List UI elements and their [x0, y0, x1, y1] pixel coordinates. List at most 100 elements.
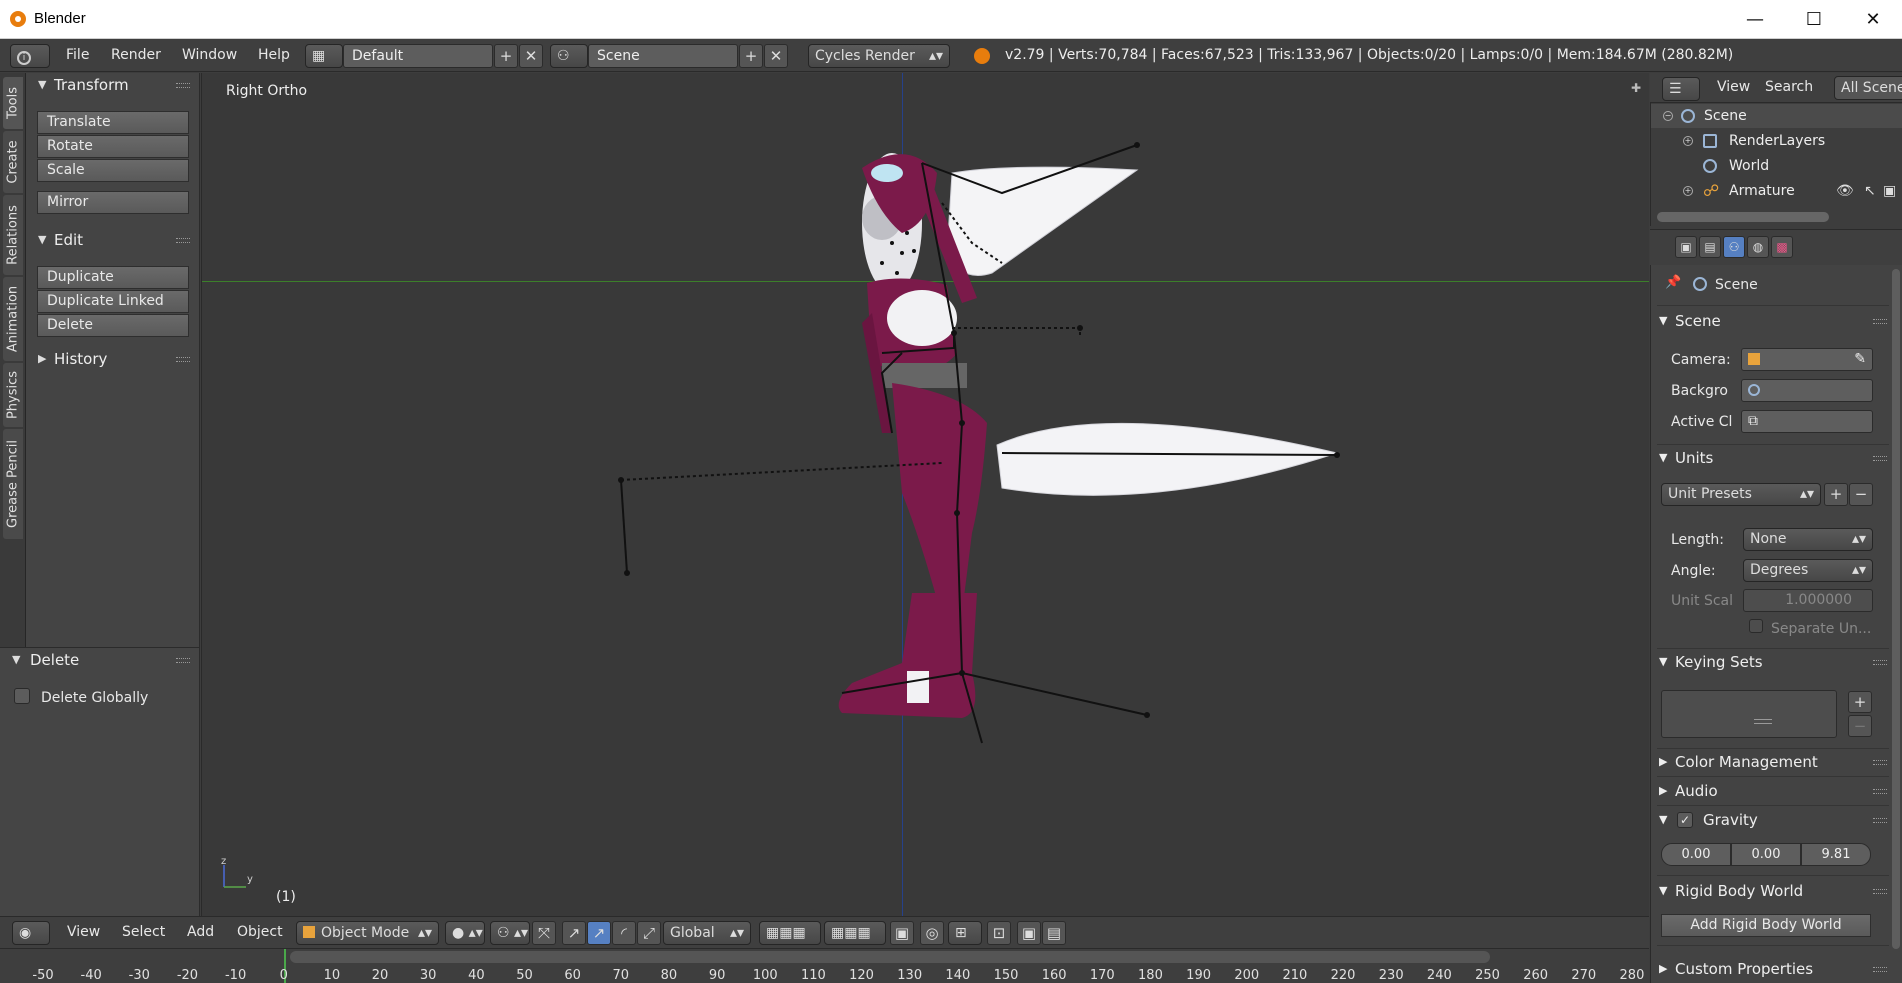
menu-object[interactable]: Object	[237, 924, 283, 940]
gravity-y-field[interactable]: 0.00	[1731, 843, 1801, 866]
lock-layers-button[interactable]: ▣	[890, 921, 914, 945]
snap-element-dropdown[interactable]: ⊞	[948, 921, 982, 945]
grip-icon[interactable]	[1873, 967, 1887, 972]
outliner-menu-search[interactable]: Search	[1765, 79, 1813, 95]
history-panel-header[interactable]: ▶ History	[26, 347, 200, 371]
tab-grease-pencil[interactable]: Grease Pencil	[3, 429, 23, 539]
grip-icon[interactable]	[1873, 760, 1887, 765]
expand-icon[interactable]: +	[1683, 136, 1693, 146]
grip-icon[interactable]	[176, 658, 190, 663]
scene-name-field[interactable]: Scene	[588, 44, 738, 68]
screen-layout-selector[interactable]: ▦ ▴▾	[305, 44, 343, 86]
units-panel-header[interactable]: ▼ Units	[1659, 446, 1887, 470]
camera-field[interactable]: ✎	[1741, 348, 1873, 371]
unit-scale-field[interactable]: 1.000000	[1743, 589, 1873, 612]
layers-grid-2[interactable]: ▦▦▦	[824, 921, 886, 945]
orientation-dropdown[interactable]: Global ▴▾	[663, 921, 751, 945]
angle-dropdown[interactable]: Degrees ▴▾	[1743, 559, 1873, 582]
render-engine-dropdown[interactable]: Cycles Render ▴▾	[808, 44, 950, 68]
grip-icon[interactable]	[1873, 818, 1887, 823]
rigid-body-world-panel-header[interactable]: ▼ Rigid Body World	[1659, 879, 1887, 903]
grip-icon[interactable]	[1873, 889, 1887, 894]
move-manipulator-button[interactable]: ↗	[587, 921, 611, 945]
gravity-z-field[interactable]: 9.81	[1801, 843, 1871, 866]
display-mode-dropdown[interactable]: All Scenes	[1834, 76, 1902, 100]
add-keying-set-button[interactable]: +	[1848, 691, 1872, 713]
outliner-row-scene[interactable]: − Scene	[1651, 104, 1902, 128]
maximize-button[interactable]: ☐	[1785, 0, 1843, 38]
outliner-row-armature[interactable]: + ☍ Armature 👁 ↖ ▣	[1651, 179, 1902, 203]
outliner-row-world[interactable]: World	[1651, 154, 1902, 178]
custom-properties-panel-header[interactable]: ▶ Custom Properties	[1659, 957, 1887, 981]
render-tab-camera-icon[interactable]: ▣	[1675, 236, 1697, 258]
gravity-checkbox[interactable]: ✓	[1677, 812, 1693, 828]
mirror-button[interactable]: Mirror	[37, 191, 189, 214]
menu-window[interactable]: Window	[182, 47, 237, 63]
timeline[interactable]: -50 -40 -30 -20 -10 0 10 20 30 40 50 60 70 80 90 100 110…	[0, 948, 1649, 983]
proportional-edit-button[interactable]: ◎	[920, 921, 944, 945]
texture-tab-icon[interactable]: ▩	[1771, 236, 1793, 258]
grip-icon[interactable]	[1873, 456, 1887, 461]
editor-type-3dview-button[interactable]: ◉ ▴▾	[12, 921, 50, 963]
delete-globally-checkbox[interactable]	[14, 688, 30, 704]
rotate-manipulator-button[interactable]: ◜	[612, 921, 636, 945]
separate-units-checkbox[interactable]	[1749, 619, 1763, 633]
rotate-button[interactable]: Rotate	[37, 135, 189, 158]
length-dropdown[interactable]: None ▴▾	[1743, 528, 1873, 551]
keying-sets-list[interactable]	[1661, 690, 1837, 738]
grip-icon[interactable]	[176, 357, 190, 362]
translate-button[interactable]: Translate	[37, 111, 189, 134]
menu-select[interactable]: Select	[122, 924, 165, 940]
tab-physics[interactable]: Physics	[3, 363, 23, 427]
menu-view[interactable]: View	[67, 924, 100, 940]
eyedropper-icon[interactable]: ✎	[1854, 349, 1866, 370]
select-arrow-icon[interactable]: ↖	[1864, 179, 1876, 203]
tab-animation[interactable]: Animation	[3, 277, 23, 361]
render-layers-tab-icon[interactable]: ▤	[1699, 236, 1721, 258]
gravity-x-field[interactable]: 0.00	[1661, 843, 1731, 866]
add-layout-button[interactable]: +	[494, 44, 518, 68]
gravity-panel-header[interactable]: ▼ ✓ Gravity	[1659, 808, 1887, 832]
background-field[interactable]	[1741, 379, 1873, 402]
grip-icon[interactable]	[176, 83, 190, 88]
edit-panel-header[interactable]: ▼ Edit	[26, 228, 200, 252]
audio-panel-header[interactable]: ▶ Audio	[1659, 779, 1887, 803]
grip-icon[interactable]	[1873, 660, 1887, 665]
color-management-panel-header[interactable]: ▶ Color Management	[1659, 750, 1887, 774]
render-camera-icon[interactable]: ▣	[1883, 179, 1896, 203]
collapse-icon[interactable]: −	[1663, 111, 1673, 121]
outliner-scrollbar[interactable]	[1657, 212, 1829, 222]
keying-sets-panel-header[interactable]: ▼ Keying Sets	[1659, 650, 1887, 674]
shading-dropdown[interactable]: ● ▴▾	[445, 921, 485, 945]
layers-grid-1[interactable]: ▦▦▦	[759, 921, 821, 945]
expand-icon[interactable]: +	[1683, 186, 1693, 196]
outliner-row-renderlayers[interactable]: + RenderLayers	[1651, 129, 1902, 153]
editor-type-outliner-button[interactable]: ☰ ▴▾	[1662, 77, 1700, 119]
duplicate-button[interactable]: Duplicate	[37, 266, 189, 289]
menu-help[interactable]: Help	[258, 47, 290, 63]
translate-manipulator-button[interactable]: ↗	[562, 921, 586, 945]
opengl-render-button[interactable]: ▣	[1017, 921, 1041, 945]
manipulator-toggle-button[interactable]: ⤧	[532, 921, 556, 945]
menu-add[interactable]: Add	[187, 924, 214, 940]
scene-selector[interactable]: ⚇ ▴▾	[550, 44, 588, 86]
menu-render[interactable]: Render	[111, 47, 161, 63]
grip-icon[interactable]	[1873, 789, 1887, 794]
close-button[interactable]: ✕	[1844, 0, 1902, 38]
pivot-dropdown[interactable]: ⚇ ▴▾	[490, 921, 530, 945]
menu-file[interactable]: File	[66, 47, 89, 63]
screen-layout-field[interactable]: Default	[343, 44, 493, 68]
tab-relations[interactable]: Relations	[3, 195, 23, 275]
scale-manipulator-button[interactable]: ⤢	[637, 921, 661, 945]
list-resize-grip-icon[interactable]	[1754, 719, 1772, 724]
delete-layout-button[interactable]: ✕	[519, 44, 543, 68]
delete-scene-button[interactable]: ✕	[764, 44, 788, 68]
add-unit-preset-button[interactable]: +	[1824, 483, 1848, 506]
duplicate-linked-button[interactable]: Duplicate Linked	[37, 290, 189, 313]
mode-dropdown[interactable]: Object Mode ▴▾	[296, 921, 439, 945]
properties-region-toggle-icon[interactable]: ✚	[1631, 81, 1641, 95]
visibility-eye-icon[interactable]: 👁	[1836, 179, 1854, 203]
remove-unit-preset-button[interactable]: −	[1849, 483, 1873, 506]
scene-tab-icon[interactable]: ⚇	[1723, 236, 1745, 258]
character-model[interactable]	[202, 73, 1649, 916]
